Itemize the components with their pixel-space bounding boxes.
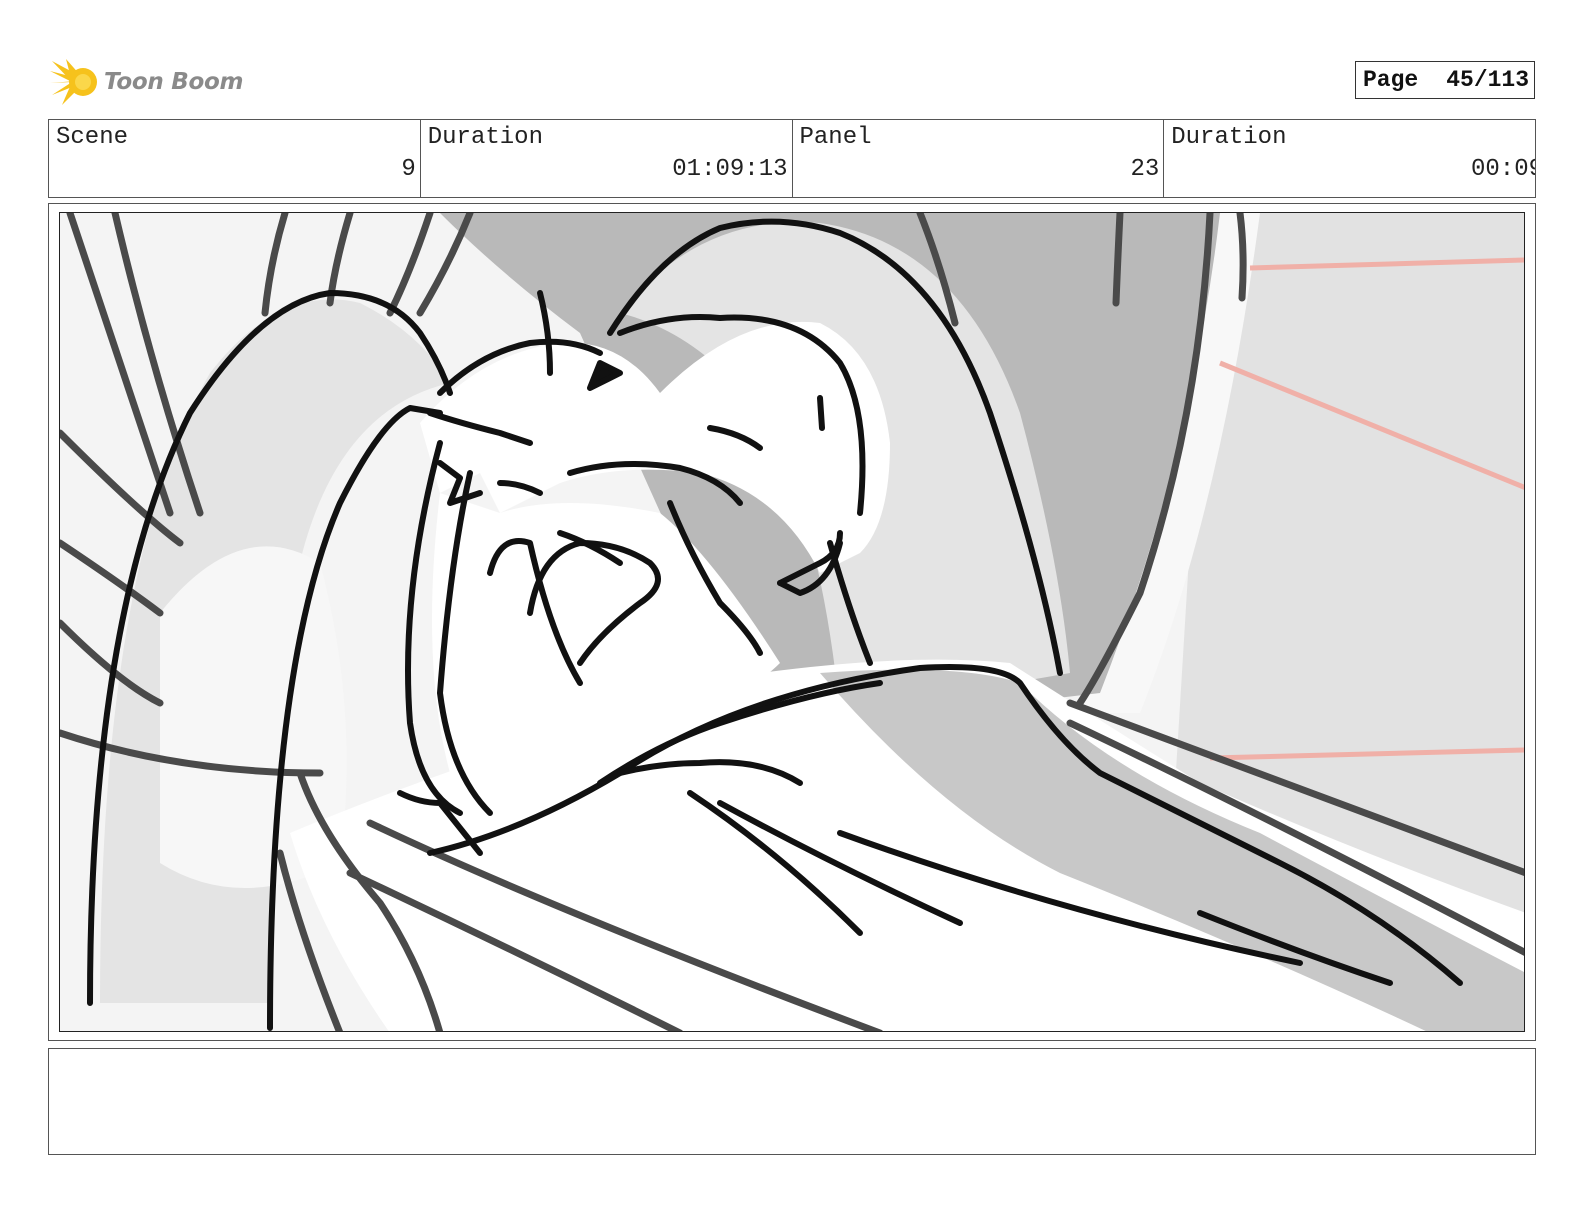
storyboard-sketch-icon (60, 213, 1524, 1031)
panel-duration-cell: Duration 00:09 (1164, 120, 1535, 197)
scene-duration-label: Duration (427, 124, 543, 151)
panel-value: 23 (1130, 156, 1160, 183)
panel-image-frame (48, 203, 1536, 1041)
page-number: 45/113 (1446, 67, 1530, 93)
panel-cell: Panel 23 (793, 120, 1165, 197)
page-indicator: Page 45/113 (1355, 61, 1535, 99)
starburst-icon (50, 59, 97, 105)
scene-value: 9 (401, 156, 416, 183)
panel-duration-value: 00:09 (1470, 156, 1535, 183)
scene-duration-value: 01:09:13 (672, 156, 788, 183)
scene-duration-cell: Duration 01:09:13 (421, 120, 793, 197)
brand-name: Toon Boom (104, 69, 244, 95)
panel-duration-label: Duration (1171, 124, 1287, 151)
page-label: Page (1363, 67, 1419, 93)
panel-label: Panel (799, 124, 872, 151)
scene-label: Scene (56, 124, 129, 151)
panel-info-row: Scene 9 Duration 01:09:13 Panel 23 Durat… (48, 119, 1536, 198)
panel-notes-box (48, 1048, 1536, 1155)
panel-image (59, 212, 1525, 1032)
toon-boom-logo: Toon Boom (50, 55, 250, 109)
scene-cell: Scene 9 (49, 120, 421, 197)
